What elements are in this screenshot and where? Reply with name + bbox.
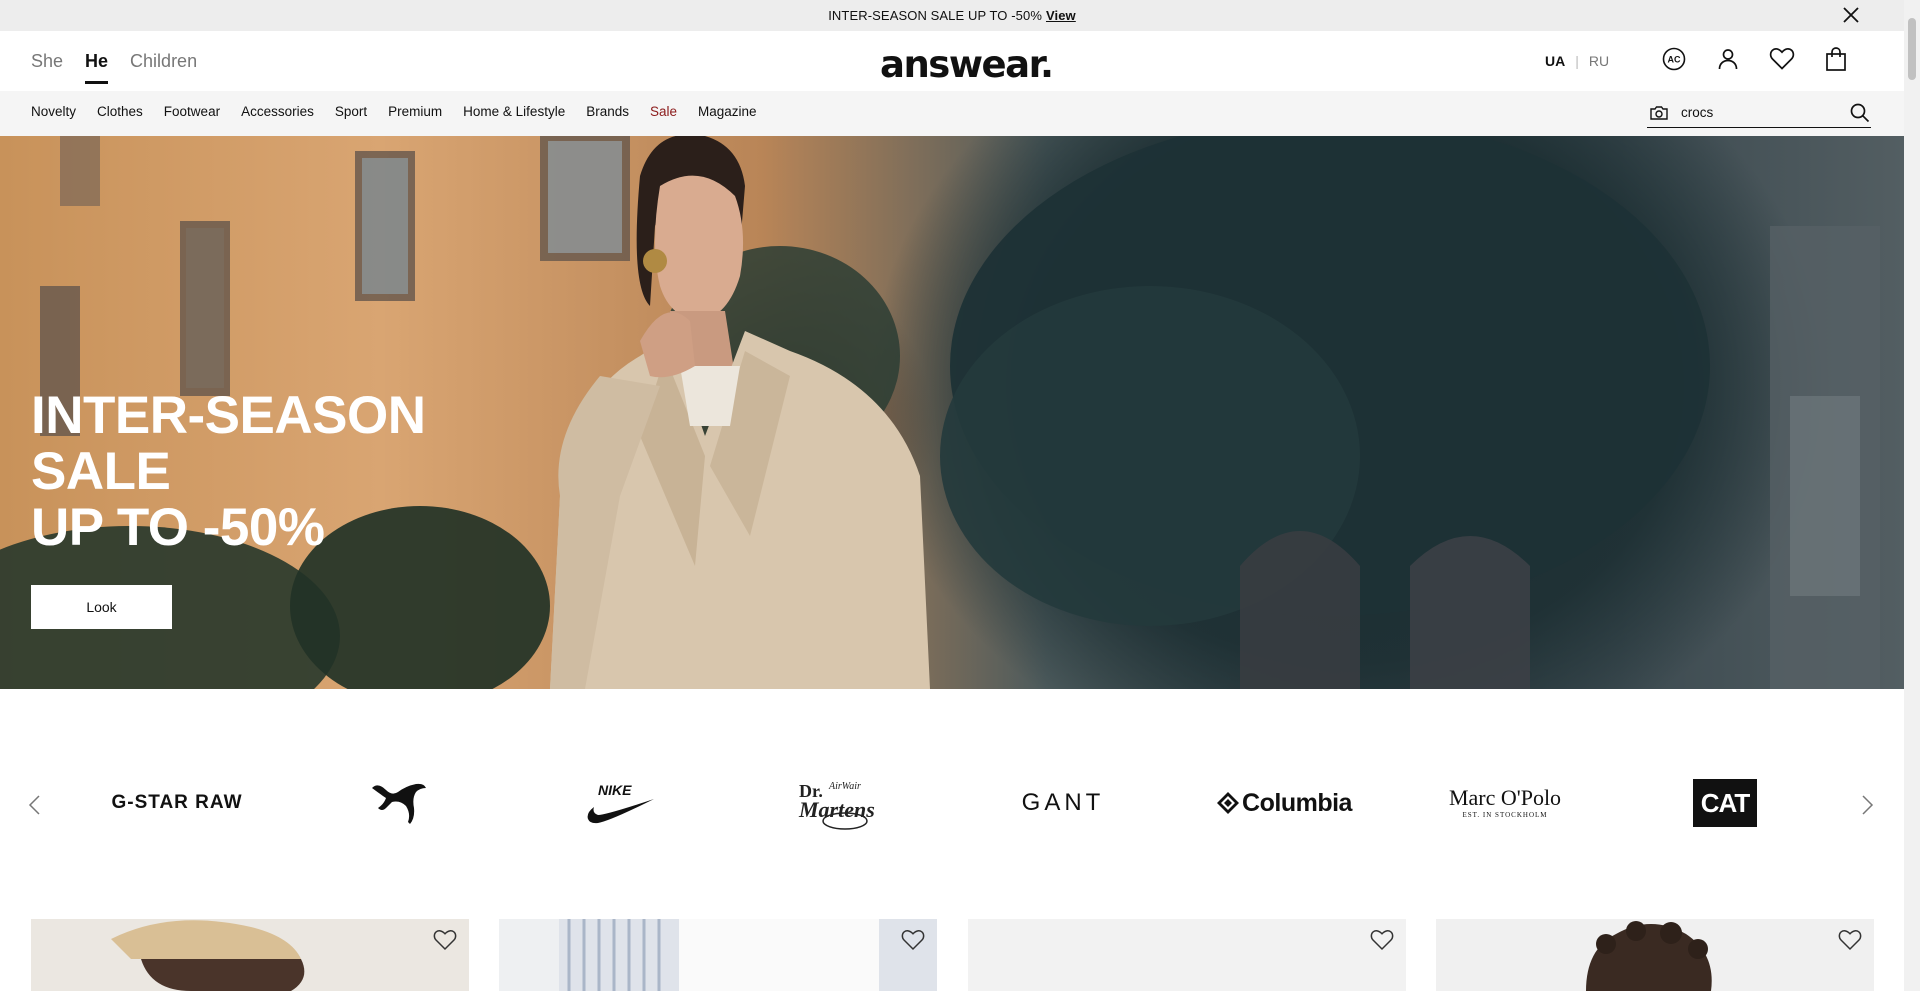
nike-logo-icon: NIKE xyxy=(587,782,654,824)
marcopolo-tagline: EST. IN STOCKHOLM xyxy=(1462,811,1548,819)
lang-separator: | xyxy=(1575,53,1579,69)
brand-cat[interactable]: CAT xyxy=(1640,771,1810,835)
product-image xyxy=(31,919,469,991)
tab-children[interactable]: Children xyxy=(130,47,197,76)
brand-columbia-logo: Columbia xyxy=(1242,788,1352,817)
brand-columbia[interactable]: Columbia xyxy=(1199,771,1369,835)
lang-ua[interactable]: UA xyxy=(1545,53,1565,69)
nav-item-novelty[interactable]: Novelty xyxy=(31,104,76,119)
svg-text:NIKE: NIKE xyxy=(598,782,632,798)
language-switcher: UA | RU xyxy=(1545,53,1609,69)
page-scrollbar[interactable] xyxy=(1904,0,1920,991)
carousel-next-icon[interactable] xyxy=(1860,793,1876,817)
category-nav: Novelty Clothes Footwear Accessories Spo… xyxy=(0,91,1904,136)
carousel-prev-icon[interactable] xyxy=(26,793,42,817)
product-card[interactable] xyxy=(31,919,469,991)
brands-carousel: G-STAR RAW NIKE Dr. AirWair Martens GANT… xyxy=(0,689,1904,919)
brand-gant-logo: GANT xyxy=(1021,789,1105,816)
svg-text:AirWair: AirWair xyxy=(828,781,861,792)
answear-club-icon[interactable]: AC xyxy=(1660,45,1688,73)
gender-tabs: She He Children xyxy=(31,31,219,91)
brand-marcopolo-logo: Marc O'Polo EST. IN STOCKHOLM xyxy=(1449,787,1561,819)
promo-view-link[interactable]: View xyxy=(1046,8,1076,23)
hero-title: INTER-SEASON SALE UP TO -50% xyxy=(31,386,426,557)
wishlist-heart-icon[interactable] xyxy=(901,929,925,951)
brand-marcopolo[interactable]: Marc O'Polo EST. IN STOCKHOLM xyxy=(1420,771,1590,835)
search-input[interactable] xyxy=(1681,105,1841,120)
close-icon[interactable] xyxy=(1842,6,1860,24)
product-image xyxy=(1436,919,1874,991)
columbia-diamond-icon xyxy=(1217,792,1240,814)
nav-item-brands[interactable]: Brands xyxy=(586,104,629,119)
brand-gstar-logo: G-STAR RAW xyxy=(111,792,243,813)
brand-gant[interactable]: GANT xyxy=(978,771,1148,835)
brand-puma[interactable] xyxy=(313,771,483,835)
promo-text: INTER-SEASON SALE UP TO -50% xyxy=(828,8,1042,23)
marcopolo-name: Marc O'Polo xyxy=(1448,785,1562,810)
nav-item-accessories[interactable]: Accessories xyxy=(241,104,314,119)
brand-cat-logo: CAT xyxy=(1693,779,1757,827)
site-header: She He Children answear. UA | RU AC xyxy=(0,31,1904,91)
nav-item-sport[interactable]: Sport xyxy=(335,104,367,119)
hero-look-button[interactable]: Look xyxy=(31,585,172,629)
brand-gstar[interactable]: G-STAR RAW xyxy=(92,771,262,835)
nav-item-sale[interactable]: Sale xyxy=(650,104,677,119)
hero-title-line-2: SALE xyxy=(31,442,171,501)
wishlist-heart-icon[interactable] xyxy=(1838,929,1862,951)
svg-text:Martens: Martens xyxy=(798,797,875,822)
hero-banner[interactable]: INTER-SEASON SALE UP TO -50% Look xyxy=(0,136,1904,689)
shopping-bag-icon[interactable] xyxy=(1822,45,1850,73)
lang-ru[interactable]: RU xyxy=(1589,53,1609,69)
wishlist-heart-icon[interactable] xyxy=(433,929,457,951)
search-icon[interactable] xyxy=(1849,102,1871,124)
nav-item-magazine[interactable]: Magazine xyxy=(698,104,757,119)
brand-nike[interactable]: NIKE xyxy=(535,771,705,835)
product-card[interactable] xyxy=(968,919,1406,991)
nav-item-clothes[interactable]: Clothes xyxy=(97,104,143,119)
product-card[interactable] xyxy=(1436,919,1874,991)
wishlist-heart-icon[interactable] xyxy=(1370,929,1394,951)
heart-icon[interactable] xyxy=(1768,45,1796,73)
header-icons: AC xyxy=(1660,45,1850,73)
nav-item-premium[interactable]: Premium xyxy=(388,104,442,119)
brand-drmartens[interactable]: Dr. AirWair Martens xyxy=(756,771,926,835)
product-image xyxy=(499,919,937,991)
product-card[interactable] xyxy=(499,919,937,991)
hero-title-line-3: UP TO -50% xyxy=(31,498,325,557)
tab-he[interactable]: He xyxy=(85,47,109,84)
product-grid xyxy=(0,919,1904,991)
puma-logo-icon xyxy=(372,783,426,824)
model-image xyxy=(550,136,930,689)
nav-item-footwear[interactable]: Footwear xyxy=(164,104,220,119)
promo-bar: INTER-SEASON SALE UP TO -50% View xyxy=(0,0,1904,31)
tab-she[interactable]: She xyxy=(31,47,63,76)
camera-icon[interactable] xyxy=(1649,103,1669,123)
hero-title-line-1: INTER-SEASON xyxy=(31,386,426,445)
nav-item-home-lifestyle[interactable]: Home & Lifestyle xyxy=(463,104,565,119)
user-icon[interactable] xyxy=(1714,45,1742,73)
svg-text:AC: AC xyxy=(1668,55,1681,65)
drmartens-logo-icon: Dr. AirWair Martens xyxy=(798,781,875,830)
site-logo[interactable]: answear. xyxy=(880,43,1054,86)
scrollbar-thumb[interactable] xyxy=(1908,18,1916,80)
search-bar xyxy=(1647,98,1871,128)
